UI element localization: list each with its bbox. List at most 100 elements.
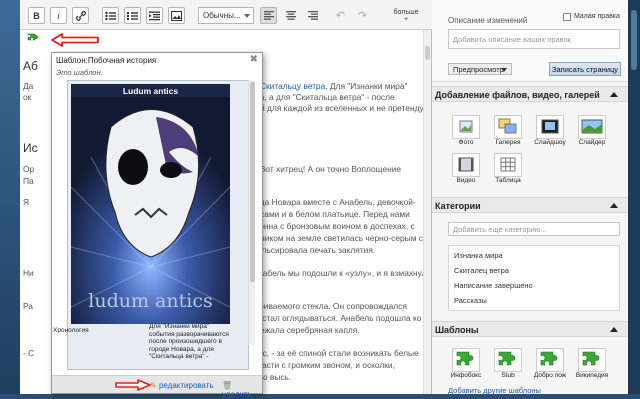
slideshow-tile[interactable] (536, 115, 564, 139)
template-label: Stub (501, 372, 515, 379)
paragraph-line: ино стал оглядываться. Анабель подошла к… (246, 313, 422, 323)
align-center-icon (285, 11, 296, 20)
category-item[interactable]: Изнанка мира (454, 251, 503, 260)
preview-label: Предпросмотр (453, 65, 504, 74)
right-sidebar: Описание изменений Малая правка Добавить… (432, 0, 628, 395)
paragraph-line: ок (23, 92, 32, 102)
paragraph-line: д нас, - за её спиной стали возникать бе… (246, 348, 419, 358)
infobox-value: Для "Изнанки мира" события разворачивают… (149, 323, 229, 360)
paragraph-line: Да (23, 81, 34, 91)
gallery-tile[interactable] (494, 115, 522, 139)
paragraph-line: колонна с бронзовым воином в доспехах, с (246, 221, 415, 231)
bullet-list-button[interactable] (102, 7, 119, 24)
paragraph-line: робежала серебряная капля. (246, 325, 360, 335)
categories-section-header[interactable]: Категории (432, 197, 628, 213)
template-tile-infobox[interactable] (452, 348, 480, 372)
add-category-input[interactable]: Добавить ещё категорию... (448, 222, 620, 236)
trash-icon: 🗑 (222, 381, 233, 390)
template-tile-stub[interactable] (494, 348, 522, 372)
more-label: больше (393, 9, 419, 16)
indent-button[interactable] (146, 7, 163, 24)
paragraph-line: ений для каждой из вселенных и не претен… (246, 103, 424, 113)
template-label: Инфобокс (450, 372, 482, 379)
close-icon[interactable]: ✖ (250, 54, 258, 65)
category-list: Изнанка мира Скиталец ветра Написание за… (448, 245, 620, 311)
puzzle-piece-icon (456, 351, 474, 366)
popup-footer: ✎ редактировать 🗑 удалить (52, 375, 262, 399)
photo-tile[interactable] (452, 115, 480, 139)
paragraph-line: Я (23, 197, 30, 207)
category-item[interactable]: Написание завершено (454, 281, 533, 290)
photo-icon (459, 120, 473, 133)
paragraph-line: олосами и в белом платьице. Перед нами (246, 209, 410, 219)
table-icon (500, 157, 516, 172)
save-page-button[interactable]: Записать страницу (549, 62, 621, 76)
page-scrollbar[interactable] (628, 0, 640, 394)
scrollbar-thumb[interactable] (631, 10, 637, 70)
red-arrow-annotation (51, 33, 99, 47)
art-text: ludum antics (88, 290, 212, 312)
template-label: Добро пож (533, 372, 567, 379)
scrollbar-thumb[interactable] (425, 46, 430, 60)
desc-label: Описание изменений (448, 16, 528, 25)
paragraph-line: Па (23, 176, 34, 186)
template-tile-welcome[interactable] (536, 348, 564, 372)
delete-template-link[interactable]: 🗑 удалить (222, 381, 262, 399)
gallery-icon (498, 118, 517, 134)
templates-section-header[interactable]: Шаблоны (432, 321, 628, 337)
preview-button[interactable]: Предпросмотр (448, 63, 512, 75)
paragraph-line: - С (23, 348, 35, 358)
puzzle-piece-icon (27, 33, 38, 41)
redo-icon: ↷ (357, 10, 368, 22)
category-item[interactable]: Рассказы (454, 296, 487, 305)
align-left-button[interactable] (260, 7, 277, 24)
paragraph-line: разбиваемого стекла. Он сопровождался (246, 301, 407, 311)
bold-button[interactable]: B (28, 7, 45, 24)
more-plus: + (403, 16, 409, 23)
paragraph-line: орода Новара вместе с Анабель, девочкой- (246, 197, 416, 207)
paragraph-line: Ни (23, 268, 34, 278)
align-right-button[interactable] (304, 7, 321, 24)
section-heading-1: Аб (23, 59, 38, 73)
paragraph-line: й пульсировала печать заклятия. (246, 245, 376, 255)
numbered-list-icon (127, 11, 138, 20)
table-tile[interactable] (494, 153, 522, 177)
edit-template-link[interactable]: ✎ редактировать (150, 381, 214, 390)
more-button[interactable]: больше + (392, 9, 420, 23)
media-section-header[interactable]: Добавление файлов, видео, галерей (432, 86, 628, 102)
collapse-icon (610, 92, 618, 97)
editor-toolbar: B i Обычны... ↶ ↷ больше + (20, 0, 432, 30)
link-button[interactable] (72, 7, 89, 24)
category-item[interactable]: Скиталец ветра (454, 266, 509, 275)
video-label: Видео (456, 177, 476, 184)
video-icon (458, 157, 474, 172)
collapse-icon (610, 203, 618, 208)
edit-summary-input[interactable]: Добавить описание ваших правок (448, 29, 620, 49)
media-section-title: Добавление файлов, видео, галерей (435, 90, 600, 100)
infobox-image-caption: Ludum antics (122, 86, 179, 96)
undo-button[interactable]: ↶ (332, 7, 349, 24)
align-right-icon (307, 11, 318, 20)
editor-panel: B i Обычны... ↶ ↷ больше + Аб Да а и Ски… (20, 0, 432, 399)
editor-window: B i Обычны... ↶ ↷ больше + Аб Да а и Ски… (0, 0, 640, 399)
slider-tile[interactable] (578, 115, 606, 139)
numbered-list-button[interactable] (124, 7, 141, 24)
scrollbar-thumb[interactable] (250, 82, 255, 282)
format-select[interactable]: Обычны... (198, 7, 254, 24)
popup-scrollbar[interactable] (248, 80, 255, 345)
infobox-image: Ludum antics ludum antics (71, 84, 230, 324)
slider-icon (581, 119, 603, 134)
puzzle-piece-icon (540, 351, 558, 366)
template-tile-wikipedia[interactable] (578, 348, 606, 372)
paragraph-line: я». Вот хитрец! А он точно Воплощение (246, 164, 402, 174)
templates-title: Шаблоны (435, 325, 479, 335)
red-arrow-annotation (115, 379, 151, 391)
redo-button[interactable]: ↷ (354, 7, 371, 24)
video-tile[interactable] (452, 153, 480, 177)
italic-button[interactable]: i (50, 7, 67, 24)
minor-edit-checkbox[interactable] (563, 13, 571, 21)
align-center-button[interactable] (282, 7, 299, 24)
edit-label: редактировать (158, 381, 214, 390)
editor-scrollbar[interactable] (423, 30, 431, 394)
image-button[interactable] (168, 7, 185, 24)
